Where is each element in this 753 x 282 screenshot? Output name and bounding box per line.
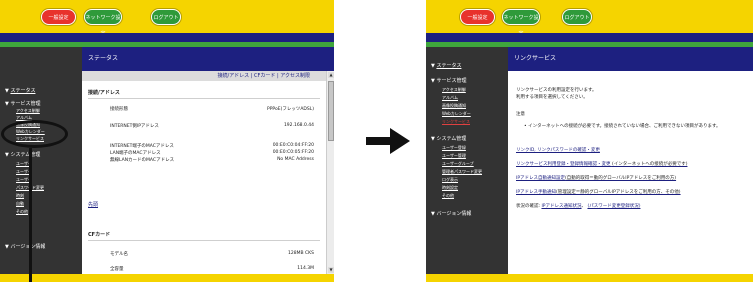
main-content: リンクサービスの利用設定を行います。 利用する項目を選択してください。 注意 •… xyxy=(508,71,753,274)
sidebar-item-log[interactable]: ログ表示 xyxy=(442,177,458,183)
link-id-password[interactable]: リンクID, リンクパスワードの確認・変更 xyxy=(516,147,600,153)
sidebar: ▼ ステータス ▼ サービス管理 アクセス制御 アルバム 画像投稿通知 Webカ… xyxy=(426,47,508,274)
nav-strip xyxy=(0,33,334,42)
general-settings-button[interactable]: 一般設定 xyxy=(460,9,495,25)
row-value: No MAC Address xyxy=(277,157,314,162)
top-link[interactable]: 先頭 xyxy=(88,201,98,208)
section-heading-cf: CFカード xyxy=(88,232,111,238)
sidebar-item-user-manage[interactable]: ユーザー管理 xyxy=(442,153,466,159)
divider xyxy=(88,98,320,99)
row-label: モデル名 xyxy=(110,252,128,257)
footer-bar xyxy=(0,274,334,282)
sidebar-item-user-group[interactable]: ユーザーグループ xyxy=(442,161,474,167)
right-screenshot: 一般設定 ネットワーク設定 ログアウト ▼ ステータス ▼ サービス管理 アクセ… xyxy=(426,0,753,282)
sidebar-system-mgmt[interactable]: ▼ システム管理 xyxy=(5,151,40,158)
sidebar-item-user-register[interactable]: ユーザー登録 xyxy=(442,145,466,151)
status-line: 状況の確認: IPアドレス通知状況、 (パスワード変更登録状況) xyxy=(516,204,641,209)
sidebar-item-access[interactable]: アクセス制御 xyxy=(442,87,466,93)
section-heading-connection: 接続/アドレス xyxy=(88,90,120,96)
page-title: ステータス xyxy=(82,47,334,71)
row-value: 192.168.0.44 xyxy=(283,123,314,128)
sidebar-system-mgmt[interactable]: ▼ システム管理 xyxy=(431,135,466,142)
row-label: 無線LANカードのMACアドレス xyxy=(110,158,175,163)
sidebar-item-calendar[interactable]: Webカレンダー xyxy=(442,111,471,117)
sidebar-item-admin-password[interactable]: 管理者パスワード変更 xyxy=(442,169,482,175)
scrollbar[interactable]: ▲ ▼ xyxy=(326,71,334,274)
link-service-register[interactable]: リンクサービス利用登録・登録情報確認・変更 (インターネットへの接続が必要です) xyxy=(516,161,687,167)
nav-strip xyxy=(426,33,753,42)
link-ip-manual-notify[interactable]: IPアドレス手動通知(管理設定＝静的グローバルIPアドレスをご利用の方、その他) xyxy=(516,189,681,195)
sidebar-item-link-service[interactable]: リンクサービス xyxy=(442,119,470,125)
row-label: 全容量 xyxy=(110,267,124,272)
sidebar-item-time[interactable]: 時刻設定 xyxy=(442,185,458,191)
scroll-down-icon[interactable]: ▼ xyxy=(328,267,334,273)
note-label: 注意 xyxy=(516,112,525,117)
logout-button[interactable]: ログアウト xyxy=(151,9,181,25)
sidebar-item-time[interactable]: 時刻 xyxy=(16,193,24,199)
scroll-thumb[interactable] xyxy=(328,81,334,141)
intro-text: リンクサービスの利用設定を行います。 xyxy=(516,88,597,93)
row-value: PPPoE(フレッツADSL) xyxy=(267,107,314,112)
sidebar-service-mgmt[interactable]: ▼ サービス管理 xyxy=(431,77,466,84)
main-content: 接続/アドレス | CFカード | アクセス制限 接続/アドレス 接続形態 PP… xyxy=(82,71,326,274)
status-ip-link[interactable]: IPアドレス通知状況 xyxy=(541,204,581,209)
network-settings-button[interactable]: ネットワーク設定 xyxy=(84,9,122,37)
sidebar-status[interactable]: ▼ ステータス xyxy=(5,87,35,94)
row-label: INTERNET端子のMACアドレス xyxy=(110,144,174,149)
sidebar-item-other[interactable]: その他 xyxy=(442,193,454,199)
row-value: 00:E0:C0:05:FF:20 xyxy=(272,150,314,155)
sidebar-status[interactable]: ▼ ステータス xyxy=(431,62,461,69)
left-screenshot: 一般設定 ネットワーク設定 ログアウト ▼ ステータス ▼ サービス管理 アクセ… xyxy=(0,0,334,282)
row-value: 114.3M xyxy=(297,266,314,271)
sidebar-item-other[interactable]: その他 xyxy=(16,209,28,215)
logout-button[interactable]: ログアウト xyxy=(562,9,592,25)
sidebar-item-auto[interactable]: 自動 xyxy=(16,201,24,207)
sidebar-item-notify[interactable]: 画像投稿通知 xyxy=(442,103,466,109)
sidebar-version[interactable]: ▼ バージョン情報 xyxy=(5,243,45,250)
general-settings-button[interactable]: 一般設定 xyxy=(41,9,76,25)
highlight-circle xyxy=(1,120,68,148)
row-label: INTERNET側IPアドレス xyxy=(110,124,159,129)
intro-text: 利用する項目を選択してください。 xyxy=(516,95,588,100)
sidebar-item-album[interactable]: アルバム xyxy=(442,95,458,101)
divider xyxy=(88,240,320,241)
sidebar-item-access[interactable]: アクセス制御 xyxy=(16,108,40,114)
sidebar-version[interactable]: ▼ バージョン情報 xyxy=(431,210,471,217)
callout-line xyxy=(29,148,32,282)
sidebar-service-mgmt[interactable]: ▼ サービス管理 xyxy=(5,100,40,107)
page-title: リンクサービス xyxy=(508,47,753,71)
footer-bar xyxy=(426,274,753,282)
note-text: • インターネットへの接続が必要です。接続されていない場合、ご利用できない項目が… xyxy=(524,124,721,129)
row-label: 接続形態 xyxy=(110,107,128,112)
status-password-link[interactable]: (パスワード変更登録状況) xyxy=(587,204,640,209)
network-settings-button[interactable]: ネットワーク設定 xyxy=(502,9,540,37)
sidebar: ▼ ステータス ▼ サービス管理 アクセス制御 アルバム 画像投稿通知 Webカ… xyxy=(0,47,82,274)
row-value: 00:E0:C0:04:FF:20 xyxy=(272,143,314,148)
row-value: 128MB CKS xyxy=(288,251,314,256)
scroll-up-icon[interactable]: ▲ xyxy=(328,72,334,78)
section-links[interactable]: 接続/アドレス | CFカード | アクセス制限 xyxy=(82,71,326,81)
link-ip-auto-notify[interactable]: IPアドレス自動通知設定(自動的取得＝動的グローバルIPアドレスをご利用の方) xyxy=(516,175,676,181)
row-label: LAN端子のMACアドレス xyxy=(110,151,161,156)
right-arrow-icon xyxy=(366,128,410,154)
